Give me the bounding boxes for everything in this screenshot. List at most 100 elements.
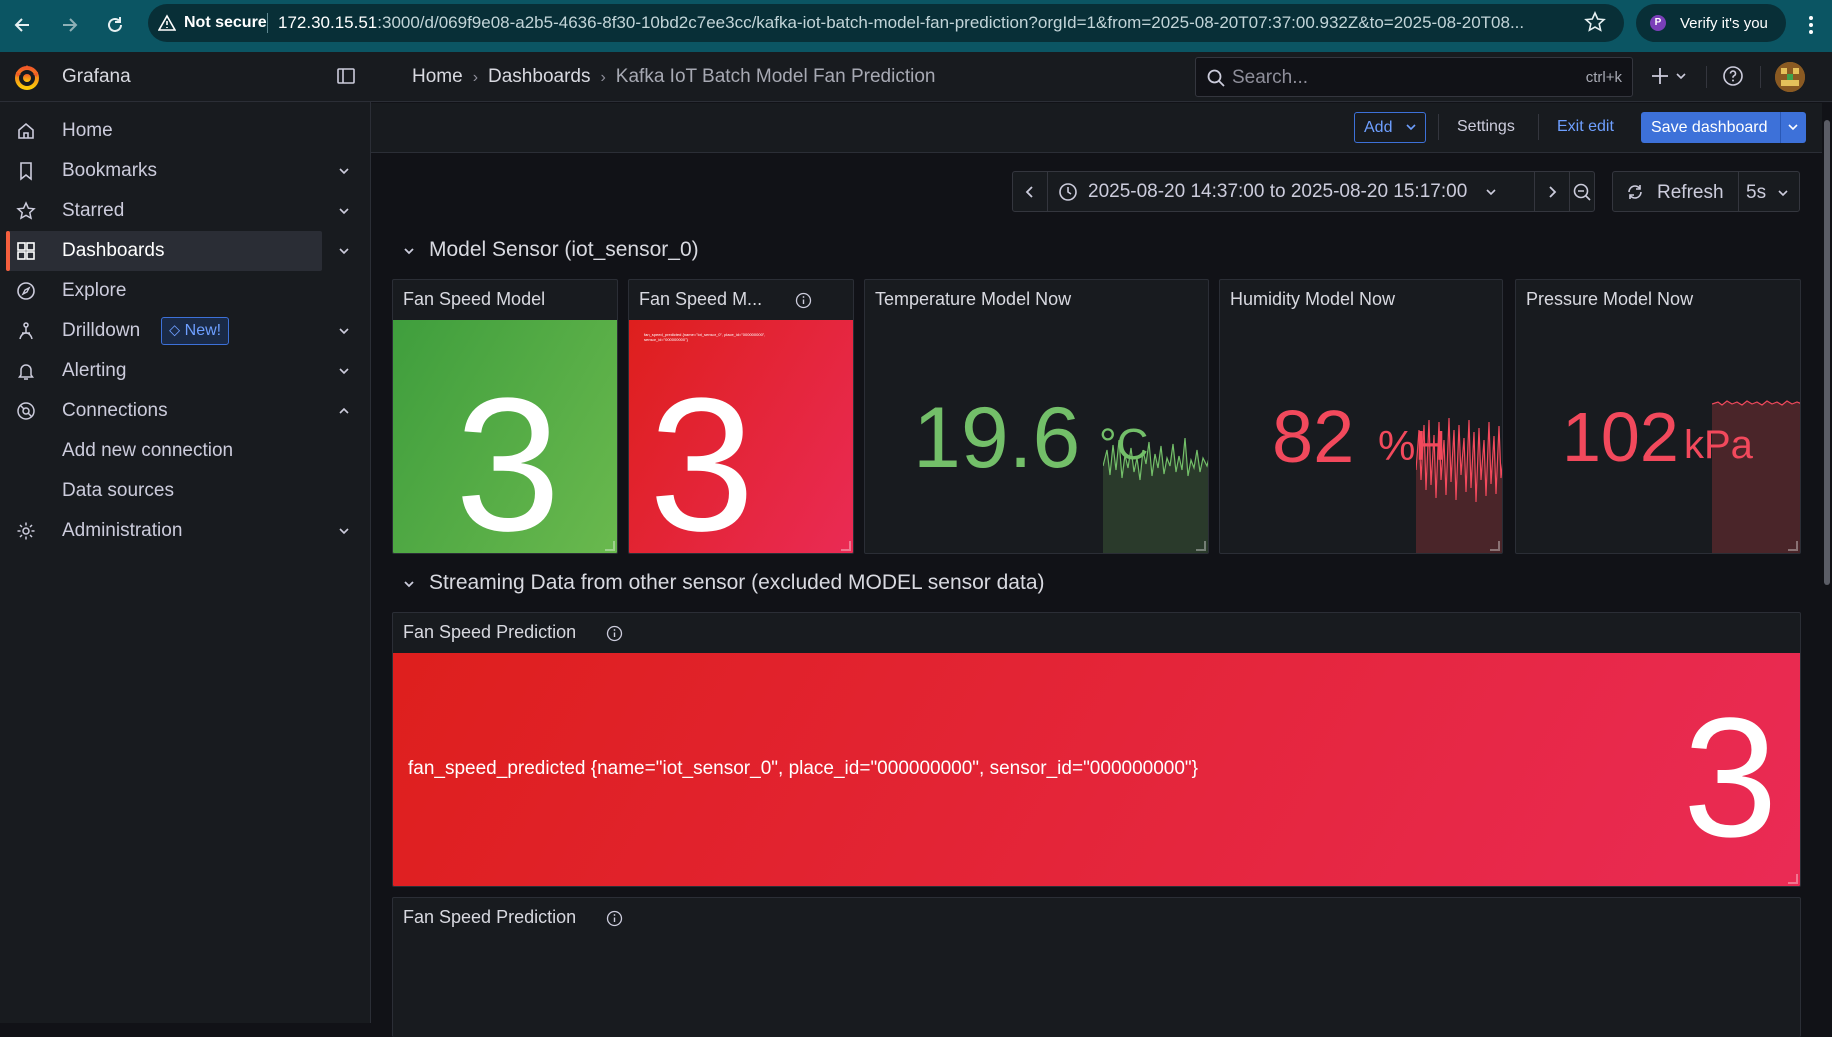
browser-menu-button[interactable]	[1796, 8, 1826, 42]
chevron-left-icon	[1025, 185, 1033, 198]
settings-button[interactable]: Settings	[1457, 118, 1515, 136]
sidebar-item-bookmarks[interactable]: Bookmarks	[0, 151, 371, 191]
chevron-down-icon[interactable]	[338, 325, 350, 337]
sidebar-item-data-sources[interactable]: Data sources	[0, 471, 371, 511]
chevron-down-icon[interactable]	[338, 365, 350, 377]
info-icon[interactable]	[795, 292, 812, 309]
help-button[interactable]	[1722, 65, 1744, 87]
row-collapse-icon[interactable]	[403, 245, 415, 257]
connections-icon	[17, 402, 35, 420]
profile-chip[interactable]: P Verify it's you	[1636, 4, 1786, 42]
row-title[interactable]: Streaming Data from other sensor (exclud…	[429, 571, 1045, 595]
add-button[interactable]: Add	[1354, 112, 1426, 143]
sidebar-item-label: Add new connection	[62, 440, 234, 461]
chevron-down-icon[interactable]	[338, 245, 350, 257]
save-button-split	[1780, 112, 1781, 143]
time-range-button[interactable]: 2025-08-20 14:37:00 to 2025-08-20 15:17:…	[1048, 172, 1535, 211]
refresh-interval[interactable]: 5s	[1746, 182, 1766, 204]
panel-fan-speed-prediction[interactable]: Fan Speed Prediction fan_speed_predicted…	[392, 612, 1801, 887]
address-bar[interactable]: Not secure 172.30.15.51:3000/d/069f9e08-…	[148, 4, 1624, 42]
stat-series-caption: fan_speed_predicted {name="iot_sensor_0"…	[644, 332, 766, 342]
kebab-menu-icon	[1809, 16, 1813, 34]
sidebar-item-explore[interactable]: Explore	[0, 271, 371, 311]
dock-menu-button[interactable]	[336, 66, 356, 86]
resize-handle[interactable]	[1788, 541, 1798, 551]
arrow-left-icon	[14, 18, 29, 32]
active-indicator	[6, 231, 10, 271]
sidebar-item-add-new-connection[interactable]: Add new connection	[0, 431, 371, 471]
sidebar-item-label: Dashboards	[62, 240, 165, 261]
resize-handle[interactable]	[605, 541, 615, 551]
panel-temperature-model-now[interactable]: Temperature Model Now 19.6 °C	[864, 279, 1209, 554]
stat-unit: kPa	[1684, 423, 1753, 467]
chevron-down-icon[interactable]	[1777, 188, 1789, 198]
refresh-icon	[1628, 185, 1642, 199]
resize-handle[interactable]	[841, 541, 851, 551]
panel-fan-speed-prediction-2[interactable]: Fan Speed Prediction	[392, 897, 1801, 1037]
chevron-down-icon[interactable]	[338, 165, 350, 177]
chevron-down-icon[interactable]	[338, 205, 350, 217]
search-input[interactable]: Search... ctrl+k	[1195, 57, 1633, 97]
security-label[interactable]: Not secure	[184, 14, 267, 32]
sidebar-item-starred[interactable]: Starred	[0, 191, 371, 231]
panel-fan-speed-model-2[interactable]: Fan Speed M... fan_speed_predicted {name…	[628, 279, 854, 554]
sidebar-item-alerting[interactable]: Alerting	[0, 351, 371, 391]
stat-unit: %H	[1378, 422, 1446, 469]
search-icon	[1207, 69, 1225, 87]
toolbar-divider	[1538, 114, 1539, 140]
sidebar-item-connections[interactable]: Connections	[0, 391, 371, 431]
panel-title: Temperature Model Now	[875, 289, 1072, 309]
sidebar-item-home[interactable]: Home	[0, 111, 371, 151]
chevron-down-icon[interactable]	[338, 525, 350, 537]
dock-icon	[337, 68, 355, 84]
time-shift-forward-button[interactable]	[1535, 172, 1570, 211]
breadcrumb-separator: ›	[600, 69, 606, 86]
info-icon[interactable]	[606, 910, 623, 927]
resize-handle[interactable]	[1490, 541, 1500, 551]
grafana-logo[interactable]	[12, 62, 42, 92]
stat-unit: °C	[1099, 420, 1149, 469]
save-dashboard-button[interactable]: Save dashboard	[1641, 112, 1806, 143]
breadcrumb-dashboards[interactable]: Dashboards	[488, 66, 590, 87]
resize-handle[interactable]	[1196, 541, 1206, 551]
sidebar-item-label: Alerting	[62, 360, 127, 381]
user-avatar-icon	[1775, 62, 1805, 92]
forward-button[interactable]	[52, 8, 86, 42]
exit-edit-button[interactable]: Exit edit	[1557, 118, 1614, 136]
refresh-picker[interactable]: Refresh 5s	[1612, 171, 1800, 212]
time-shift-back-button[interactable]	[1013, 172, 1048, 211]
avatar[interactable]	[1775, 62, 1805, 92]
bookmark-star-icon[interactable]	[1584, 11, 1606, 33]
bookmark-icon	[20, 162, 32, 181]
sidebar: Home Bookmarks Starred Dashboards Explor…	[0, 102, 371, 1023]
drilldown-icon	[19, 322, 33, 340]
add-button-label: Add	[1364, 119, 1393, 136]
panel-fan-speed-model[interactable]: Fan Speed Model 3	[392, 279, 618, 554]
breadcrumb: Home › Dashboards › Kafka IoT Batch Model Fa…	[412, 66, 935, 88]
rocket-icon: ⬦	[169, 322, 185, 339]
panel-pressure-model-now[interactable]: Pressure Model Now 102 kPa	[1515, 279, 1801, 554]
url-text[interactable]: 172.30.15.51:3000/d/069f9e08-a2b5-4636-8…	[278, 13, 1568, 33]
sidebar-item-administration[interactable]: Administration	[0, 511, 371, 551]
chevron-down-icon[interactable]	[1788, 124, 1798, 132]
sidebar-item-drilldown[interactable]: Drilldown ⬦ New!	[0, 311, 371, 351]
breadcrumb-home[interactable]: Home	[412, 66, 463, 87]
row-title[interactable]: Model Sensor (iot_sensor_0)	[429, 238, 699, 262]
scrollbar-thumb[interactable]	[1824, 120, 1830, 585]
breadcrumb-current: Kafka IoT Batch Model Fan Prediction	[615, 66, 936, 87]
zoom-out-button[interactable]	[1570, 172, 1594, 211]
panel-title: Pressure Model Now	[1526, 289, 1694, 309]
resize-handle[interactable]	[1788, 874, 1798, 884]
row-collapse-icon[interactable]	[403, 578, 415, 590]
chevron-down-icon	[1406, 124, 1416, 131]
sidebar-item-dashboards[interactable]: Dashboards	[0, 231, 371, 271]
grafana-logo-icon	[15, 65, 39, 90]
panel-humidity-model-now[interactable]: Humidity Model Now 82 %H	[1219, 279, 1503, 554]
back-button[interactable]	[6, 8, 40, 42]
chevron-up-icon[interactable]	[338, 405, 350, 417]
new-menu-button[interactable]	[1650, 66, 1690, 86]
refresh-button-label[interactable]: Refresh	[1657, 182, 1724, 204]
info-icon[interactable]	[606, 625, 623, 642]
stat-value: 3	[1683, 683, 1778, 873]
reload-button[interactable]	[98, 8, 132, 42]
